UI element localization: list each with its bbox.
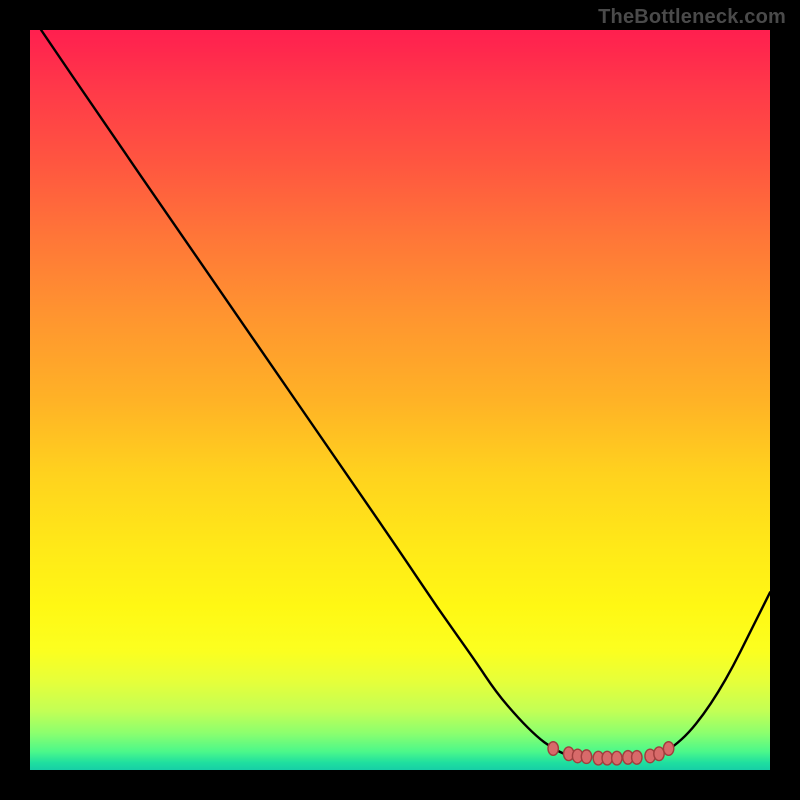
marker-dot <box>632 751 642 765</box>
plot-area <box>30 30 770 770</box>
marker-dot <box>581 750 591 764</box>
curve-bottleneck-right <box>652 592 770 756</box>
marker-dot <box>654 747 664 761</box>
curve-bottleneck-left <box>41 30 581 758</box>
marker-dot <box>602 751 612 765</box>
marker-dot <box>612 751 622 765</box>
marker-dot <box>663 742 673 756</box>
chart-svg <box>30 30 770 770</box>
marker-dot <box>548 742 558 756</box>
watermark-text: TheBottleneck.com <box>598 6 786 29</box>
chart-frame: TheBottleneck.com <box>0 0 800 800</box>
